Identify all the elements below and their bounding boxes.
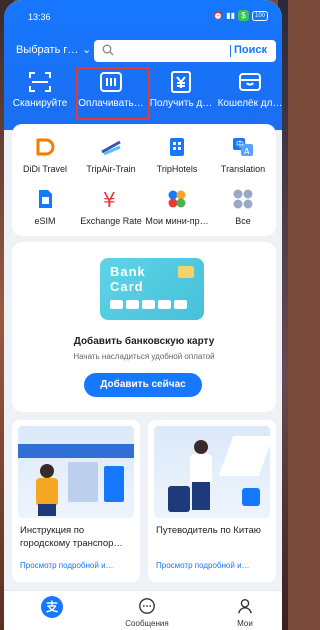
status-bar: 13:36 ⏰ ▮▮ $ 100 xyxy=(4,0,282,26)
quick-action-scan[interactable]: Сканируйте xyxy=(6,68,74,120)
chevron-down-icon[interactable]: ⌄ xyxy=(82,43,91,56)
service-label: TripAir-Train xyxy=(86,164,136,174)
search-button[interactable]: Поиск xyxy=(234,44,267,56)
tab-label: Мои xyxy=(237,619,253,628)
tab-label: Сообщения xyxy=(125,619,169,628)
signal-icon: ▮▮ xyxy=(226,11,235,20)
quick-action-label: Кошелёк дл… xyxy=(217,98,282,109)
service-esim[interactable]: eSIM xyxy=(12,180,78,230)
bottom-tab-bar: 支 Сообщения Мои xyxy=(4,590,282,630)
bank-subtitle: Начать насладиться удобной оплатой xyxy=(73,352,215,361)
search-input[interactable] xyxy=(118,43,218,59)
guide-card-transport[interactable]: Инструкция по городскому транспор… Просм… xyxy=(12,420,140,582)
all-apps-icon xyxy=(233,189,253,209)
messages-icon xyxy=(139,598,155,614)
receive-money-icon xyxy=(171,71,191,93)
miniapps-icon xyxy=(168,190,186,208)
alarm-icon: ⏰ xyxy=(213,11,224,20)
service-label: eSIM xyxy=(34,216,56,226)
service-translation[interactable]: 中A Translation xyxy=(210,128,276,178)
status-icons: ⏰ ▮▮ $ 100 xyxy=(213,10,268,21)
quick-action-wallet[interactable]: Кошелёк дл… xyxy=(216,68,282,120)
service-label: Мои мини-пр… xyxy=(145,216,209,226)
bank-card-promo: Bank Card Добавить банковскую карту Нача… xyxy=(12,242,276,412)
scan-icon xyxy=(29,72,51,92)
service-all[interactable]: Все xyxy=(210,180,276,230)
app-notification-icon: $ xyxy=(237,10,249,21)
service-didi[interactable]: DiDi Travel xyxy=(12,128,78,178)
guide-link[interactable]: Просмотр подробной и… xyxy=(156,561,272,570)
guide-card-china[interactable]: Путеводитель по Китаю Просмотр подробной… xyxy=(148,420,276,582)
service-train[interactable]: TripAir-Train xyxy=(78,128,144,178)
highlight-box xyxy=(76,67,150,120)
tab-home[interactable]: 支 xyxy=(16,591,86,630)
train-icon xyxy=(101,140,121,156)
didi-icon xyxy=(36,138,55,156)
add-card-button[interactable]: Добавить сейчас xyxy=(84,373,202,397)
svg-text:中: 中 xyxy=(236,139,244,149)
hotel-icon xyxy=(170,138,184,156)
service-hotels[interactable]: TripHotels xyxy=(144,128,210,178)
guide-link[interactable]: Просмотр подробной и… xyxy=(20,561,136,570)
wallet-icon xyxy=(239,73,261,91)
payment-logos xyxy=(110,300,187,309)
transport-illustration xyxy=(18,426,134,518)
service-label: Exchange Rate xyxy=(80,216,142,226)
phone-screen: 13:36 ⏰ ▮▮ $ 100 Выбрать г… ⌄ Поиск Скан… xyxy=(4,0,282,630)
tab-profile[interactable]: Мои xyxy=(210,591,280,630)
service-miniapps[interactable]: Мои мини-пр… xyxy=(144,180,210,230)
city-selector[interactable]: Выбрать г… xyxy=(16,44,78,56)
search-bar[interactable]: Поиск xyxy=(94,40,276,62)
service-label: TripHotels xyxy=(156,164,198,174)
tab-messages[interactable]: Сообщения xyxy=(112,591,182,630)
battery-icon: 100 xyxy=(251,10,268,21)
status-time: 13:36 xyxy=(28,12,51,22)
guide-title: Путеводитель по Китаю xyxy=(156,525,261,536)
service-exchange[interactable]: ¥ Exchange Rate xyxy=(78,180,144,230)
search-icon xyxy=(102,44,114,56)
exchange-icon: ¥ xyxy=(103,188,116,210)
quick-action-label: Получить д… xyxy=(149,98,213,109)
search-divider xyxy=(230,45,231,57)
svg-text:¥: ¥ xyxy=(103,188,116,210)
guide-title: Инструкция по городскому транспор… xyxy=(20,525,123,549)
quick-action-label: Сканируйте xyxy=(12,98,68,109)
quick-action-receive[interactable]: Получить д… xyxy=(147,68,215,120)
service-label: Translation xyxy=(220,164,266,174)
bank-title: Добавить банковскую карту xyxy=(73,336,215,347)
service-label: DiDi Travel xyxy=(22,164,67,174)
bank-card-illustration: Bank Card xyxy=(100,258,204,320)
header: Выбрать г… ⌄ Поиск xyxy=(4,38,282,64)
alipay-home-icon: 支 xyxy=(41,596,63,618)
chip-icon xyxy=(178,266,194,278)
translate-icon: 中A xyxy=(233,138,253,156)
esim-icon xyxy=(39,190,52,208)
profile-icon xyxy=(238,599,252,614)
services-card: DiDi Travel TripAir-Train TripHotels 中A … xyxy=(12,124,276,236)
svg-text:A: A xyxy=(244,147,250,156)
china-guide-illustration xyxy=(154,426,270,518)
service-label: Все xyxy=(235,216,251,226)
bank-card-text: Bank Card xyxy=(110,264,146,294)
